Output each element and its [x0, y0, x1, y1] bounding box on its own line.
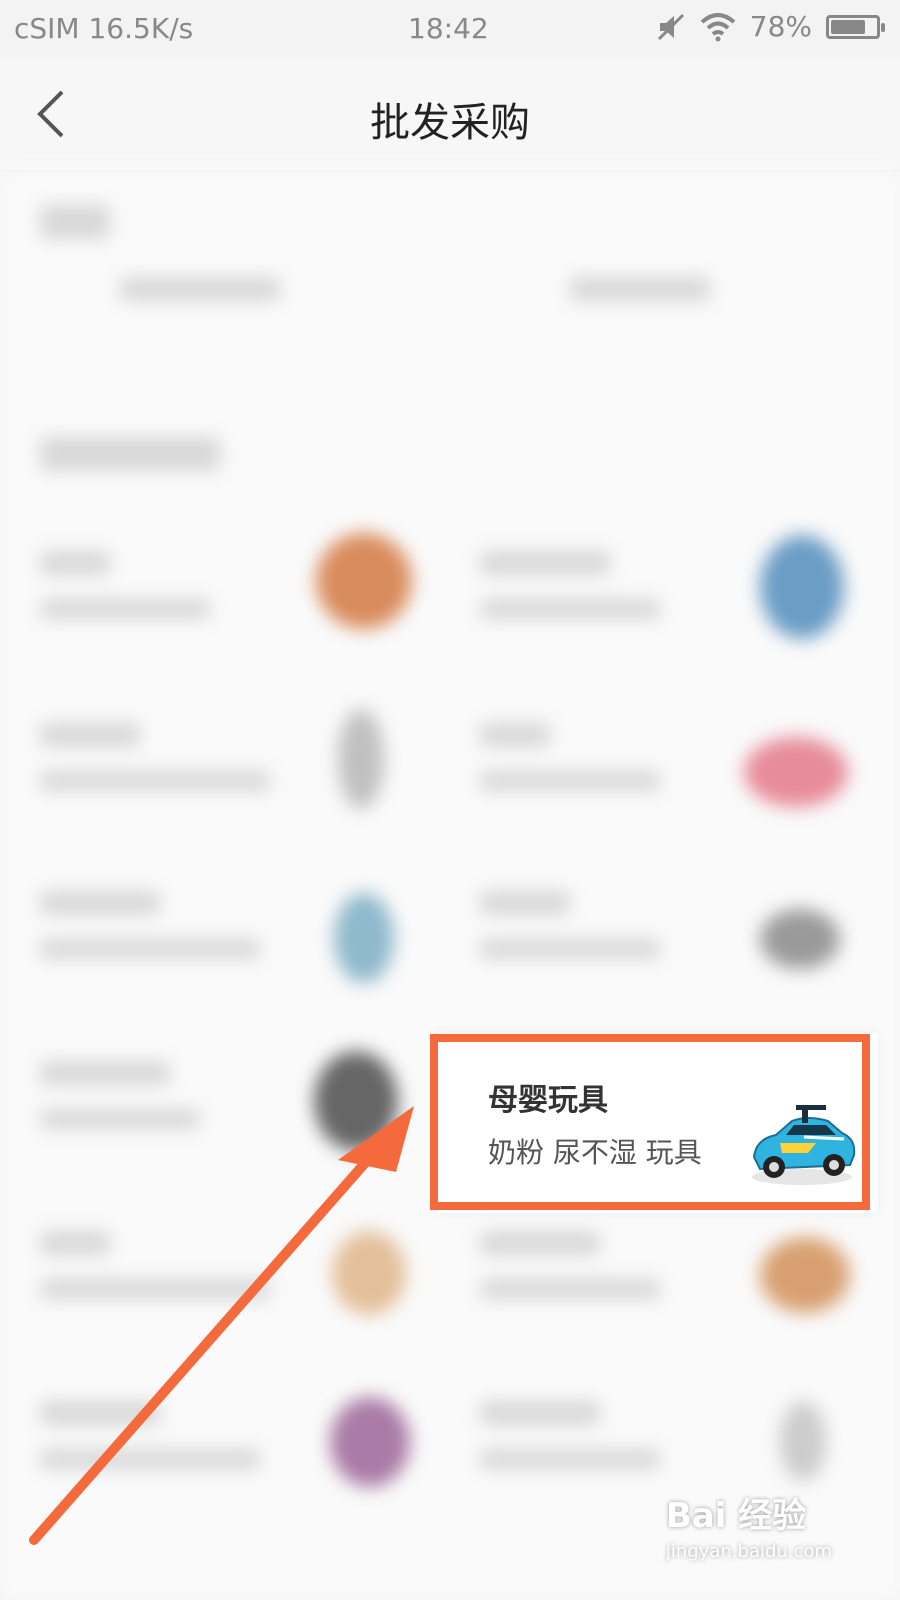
watermark-brand: Bai 经验: [665, 1496, 807, 1536]
watermark-url: jingyan.baidu.com: [665, 1541, 832, 1562]
card-title: 母婴玩具: [488, 1083, 608, 1118]
network-speed: cSIM 16.5K/s: [14, 12, 194, 45]
clock: 18:42: [408, 12, 489, 45]
mute-icon: [657, 13, 684, 40]
category-card-baby-toys[interactable]: 母婴玩具 奶粉 尿不湿 玩具: [438, 1033, 878, 1213]
navigation-bar: 批发采购: [0, 58, 900, 171]
watermark: Bai 经验 jingyan.baidu.com: [666, 1488, 832, 1562]
card-subtitle: 奶粉 尿不湿 玩具: [488, 1136, 702, 1169]
toy-car-image: [752, 1105, 856, 1185]
battery-percent: 78%: [749, 10, 812, 43]
battery-icon: [826, 14, 885, 39]
page-title: 批发采购: [370, 100, 530, 146]
status-bar: cSIM 16.5K/s 18:42 78%: [0, 0, 900, 58]
wifi-icon: [700, 12, 736, 41]
status-icons: 78%: [656, 10, 885, 43]
blurred-category-list: [0, 171, 900, 1600]
